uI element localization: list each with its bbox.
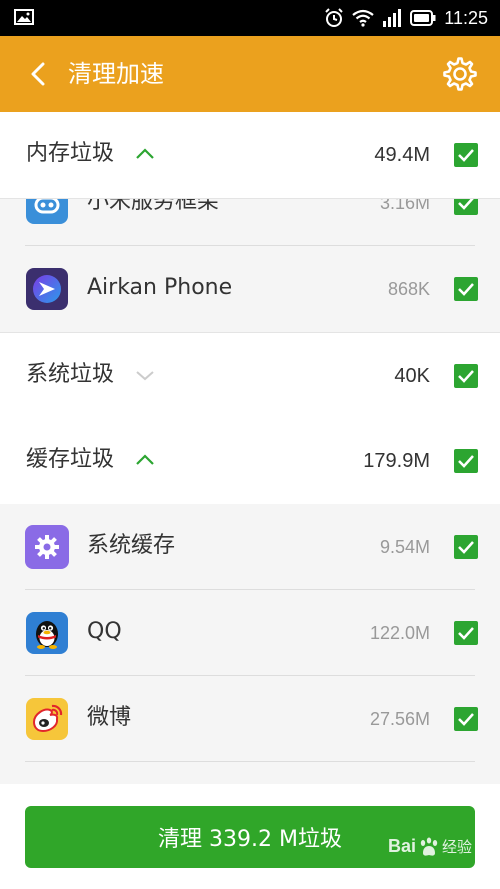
battery-icon (410, 10, 436, 26)
item-name: 系统缓存 (87, 533, 176, 558)
list-item[interactable]: 微博 27.56M (0, 676, 500, 762)
section-checkbox[interactable] (454, 143, 478, 167)
item-checkbox[interactable] (454, 535, 478, 559)
system-cache-gear-icon (25, 525, 69, 569)
watermark-brand: Bai (387, 836, 416, 856)
page-title: 清理加速 (68, 60, 164, 88)
watermark-suffix: 经验 (441, 838, 472, 856)
list-item[interactable]: 系统缓存 9.54M (0, 504, 500, 590)
item-checkbox[interactable] (454, 621, 478, 645)
bottom-bar: 清理 339.2 M垃圾 Bai 经验 (0, 784, 500, 889)
paw-icon (420, 837, 438, 856)
section-header-memory[interactable]: 内存垃圾 49.4M (0, 112, 500, 199)
section-header-system[interactable]: 系统垃圾 40K (0, 332, 500, 420)
item-size: 122.0M (369, 623, 430, 643)
section-size: 179.9M (363, 450, 430, 472)
section-size: 49.4M (374, 144, 430, 166)
item-name: 微博 (87, 705, 132, 730)
section-checkbox[interactable] (454, 364, 478, 388)
chevron-up-icon (136, 148, 154, 159)
section-size: 40K (394, 365, 430, 387)
section-header-cache[interactable]: 缓存垃圾 179.9M (0, 418, 500, 505)
list-item[interactable]: QQ 122.0M (0, 590, 500, 676)
status-bar: 11:25 (0, 0, 500, 36)
signal-icon (383, 9, 402, 27)
alarm-icon (325, 8, 343, 27)
chevron-down-icon (136, 371, 154, 381)
item-size: 9.54M (379, 537, 430, 557)
status-time: 11:25 (444, 8, 488, 28)
back-button[interactable] (20, 56, 56, 92)
item-checkbox[interactable] (454, 277, 478, 301)
item-name: Airkan Phone (87, 275, 233, 300)
wifi-icon (352, 9, 374, 27)
chevron-up-icon (136, 454, 154, 465)
divider (25, 761, 475, 762)
section-title: 系统垃圾 (26, 362, 115, 387)
baidu-watermark: Bai 经验 (388, 836, 472, 857)
app-bar: 清理加速 (0, 36, 500, 112)
section-title: 缓存垃圾 (26, 447, 115, 472)
item-checkbox[interactable] (454, 707, 478, 731)
section-checkbox[interactable] (454, 449, 478, 473)
item-size: 868K (387, 279, 430, 299)
settings-button[interactable] (440, 54, 480, 94)
qq-penguin-icon (26, 612, 68, 654)
airkan-icon (26, 268, 68, 310)
status-icons: 11:25 (324, 7, 488, 29)
chevron-left-icon (31, 62, 45, 86)
item-size: 27.56M (369, 709, 430, 729)
gear-icon (443, 57, 477, 91)
item-name: QQ (87, 619, 122, 644)
junk-list[interactable]: 小米服务框架 3.16M Airkan Phone 868K 内存垃圾 49.4… (0, 112, 500, 784)
section-title: 内存垃圾 (26, 141, 115, 166)
weibo-icon (26, 698, 68, 740)
list-item[interactable]: Airkan Phone 868K (0, 246, 500, 332)
image-icon (14, 9, 34, 25)
